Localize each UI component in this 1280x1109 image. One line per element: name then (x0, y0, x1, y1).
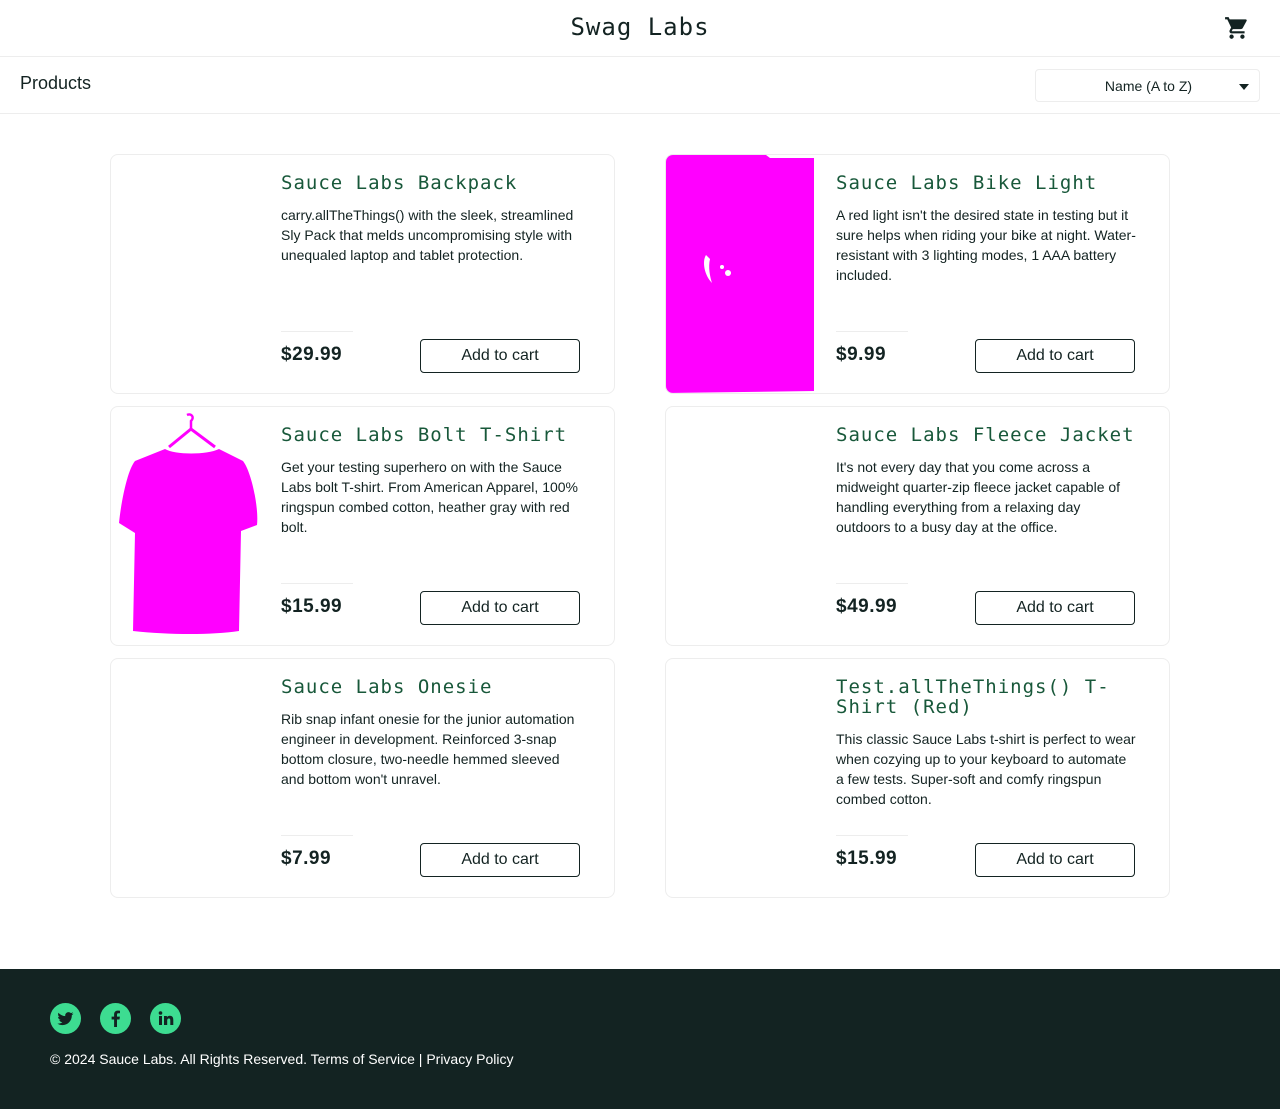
add-to-cart-button[interactable]: Add to cart (975, 591, 1135, 625)
product-description: This classic Sauce Labs t-shirt is perfe… (836, 731, 1136, 807)
product-description: A red light isn't the desired state in t… (836, 207, 1136, 283)
product-name[interactable]: Sauce Labs Backpack (281, 173, 591, 193)
inventory-item: Sauce Labs Bolt T-Shirt Get your testing… (110, 406, 615, 646)
price-divider (281, 835, 353, 836)
product-image-backpack[interactable] (111, 155, 261, 393)
sort-selected-value: Name (A to Z) (1104, 78, 1193, 94)
inventory-item: Sauce Labs Bike Light A red light isn't … (665, 154, 1170, 394)
product-price: $15.99 (836, 848, 898, 869)
linkedin-icon[interactable] (150, 1003, 181, 1034)
product-name[interactable]: Sauce Labs Bike Light (836, 173, 1146, 193)
product-description: Get your testing superhero on with the S… (281, 459, 578, 535)
inventory-item: Sauce Labs Backpack carry.allTheThings()… (110, 154, 615, 394)
twitter-icon[interactable] (50, 1003, 81, 1034)
product-image-fleece-jacket[interactable] (666, 407, 816, 645)
product-name[interactable]: Test.allTheThings() T-Shirt (Red) (836, 677, 1136, 717)
price-divider (836, 835, 908, 836)
product-price: $29.99 (281, 344, 343, 365)
product-name[interactable]: Sauce Labs Onesie (281, 677, 591, 697)
caret-down-icon (1239, 84, 1249, 90)
add-to-cart-button[interactable]: Add to cart (420, 591, 580, 625)
header-bar: Swag Labs (0, 0, 1280, 57)
price-divider (836, 583, 908, 584)
product-price: $49.99 (836, 596, 898, 617)
secondary-header: Products Name (A to Z) (0, 57, 1280, 114)
product-price: $15.99 (281, 596, 343, 617)
product-description: Rib snap infant onesie for the junior au… (281, 711, 575, 787)
shopping-cart-icon[interactable] (1224, 15, 1250, 41)
product-description: carry.allTheThings() with the sleek, str… (281, 207, 574, 263)
inventory-item: Test.allTheThings() T-Shirt (Red) This c… (665, 658, 1170, 898)
price-divider (281, 331, 353, 332)
facebook-icon[interactable] (100, 1003, 131, 1034)
sort-dropdown[interactable]: Name (A to Z) (1035, 69, 1260, 102)
product-name[interactable]: Sauce Labs Fleece Jacket (836, 425, 1146, 445)
add-to-cart-button[interactable]: Add to cart (975, 339, 1135, 373)
product-name[interactable]: Sauce Labs Bolt T-Shirt (281, 425, 591, 445)
product-image-onesie[interactable] (111, 659, 261, 897)
product-price: $7.99 (281, 848, 332, 869)
add-to-cart-button[interactable]: Add to cart (975, 843, 1135, 877)
app-logo: Swag Labs (570, 13, 710, 41)
page-title: Products (20, 73, 92, 93)
product-description: It's not every day that you come across … (836, 459, 1121, 535)
product-price: $9.99 (836, 344, 887, 365)
add-to-cart-button[interactable]: Add to cart (420, 339, 580, 373)
footer: © 2024 Sauce Labs. All Rights Reserved. … (0, 969, 1280, 1109)
add-to-cart-button[interactable]: Add to cart (420, 843, 580, 877)
product-image-bolt-tshirt[interactable] (111, 407, 261, 645)
inventory-item: Sauce Labs Onesie Rib snap infant onesie… (110, 658, 615, 898)
price-divider (836, 331, 908, 332)
inventory-item: Sauce Labs Fleece Jacket It's not every … (665, 406, 1170, 646)
price-divider (281, 583, 353, 584)
product-image-bike-light[interactable] (666, 155, 816, 393)
product-image-red-tshirt[interactable] (666, 659, 816, 897)
copyright-text: © 2024 Sauce Labs. All Rights Reserved. … (50, 1051, 514, 1067)
